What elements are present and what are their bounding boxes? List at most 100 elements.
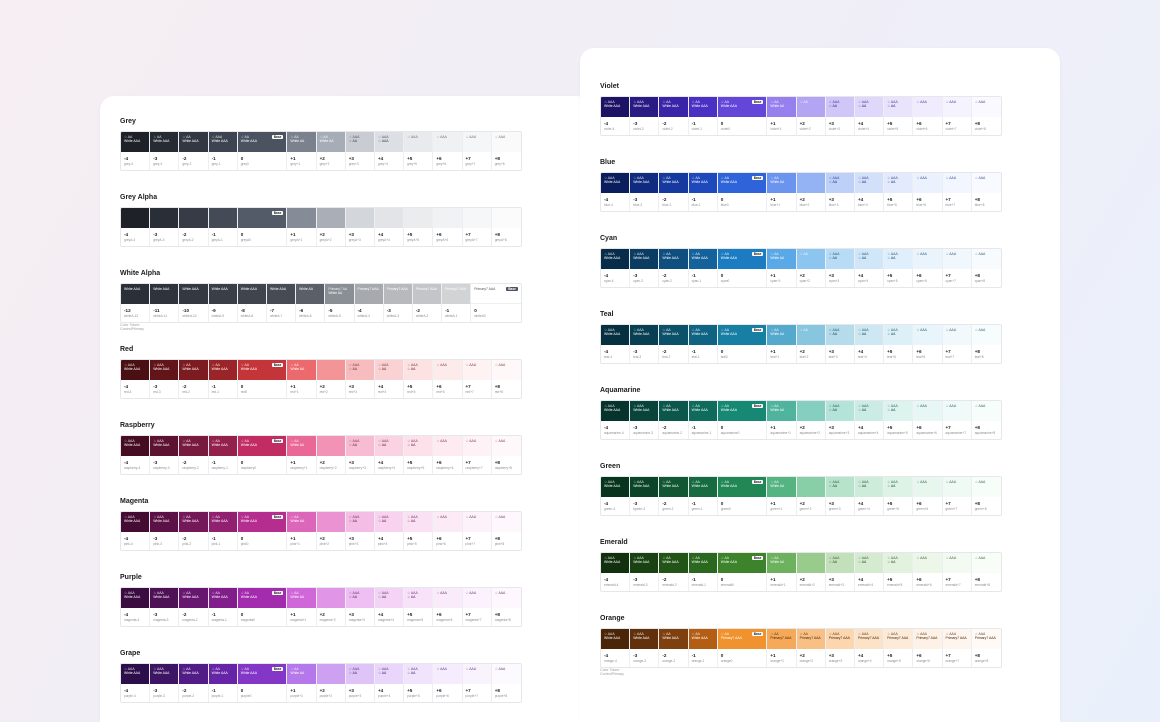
swatch-purple-5[interactable]: ☆ AAA ☆ AA +5 purple+5 [404, 664, 434, 702]
swatch-emerald-2[interactable]: +2 emerald+2 [796, 553, 826, 591]
swatch-purple-1[interactable]: ☆ AA White AA +1 purple+1 [287, 664, 317, 702]
swatch-blue-3[interactable]: ☆ AAA White AAA -3 blue-3 [630, 173, 660, 211]
swatch-pink-6[interactable]: ☆ AAA +6 pink+6 [433, 512, 463, 550]
swatch-cyan-2[interactable]: ☆ AA White AAA -2 cyan-2 [659, 249, 689, 287]
swatch-red-2[interactable]: +2 red+2 [316, 360, 346, 398]
swatch-whitea-8[interactable]: White AAA -8 whiteA-8 [237, 284, 267, 322]
swatch-aquamarine-3[interactable]: ☆ AAA ☆ AA +3 aquamarine+3 [825, 401, 855, 439]
swatch-orange-7[interactable]: ☆ AAA Primary7 AAA +7 orange+7 [942, 629, 972, 667]
swatch-orange-2[interactable]: ☆ AA White AAA -2 orange-2 [659, 629, 689, 667]
swatch-teal-5[interactable]: ☆ AAA ☆ AA +5 teal+5 [884, 325, 914, 363]
swatch-emerald-2[interactable]: ☆ AA White AAA -2 emerald-2 [659, 553, 689, 591]
swatch-red-4[interactable]: ☆ AAA ☆ AA +4 red+4 [374, 360, 405, 398]
swatch-orange-1[interactable]: ☆ AA White AAA -1 orange-1 [688, 629, 718, 667]
swatch-greya-3[interactable]: -3 greyA-3 [150, 208, 180, 246]
swatch-red-3[interactable]: ☆ AAA White AAA -3 red-3 [150, 360, 180, 398]
swatch-violet-8[interactable]: ☆ AAA +8 violet+8 [971, 97, 1001, 135]
swatch-blue-1[interactable]: ☆ AA White AAA -1 blue-1 [688, 173, 718, 211]
swatch-grey-4[interactable]: ☆ AAA ☆ AAA +4 grey+4 [374, 132, 405, 170]
swatch-red-1[interactable]: ☆ AA White AAA -1 red-1 [208, 360, 238, 398]
swatch-raspberry-6[interactable]: ☆ AAA +6 raspberry+6 [433, 436, 463, 474]
swatch-aquamarine-7[interactable]: ☆ AAA +7 aquamarine+7 [942, 401, 972, 439]
swatch-cyan-3[interactable]: ☆ AAA ☆ AA +3 cyan+3 [825, 249, 855, 287]
swatch-violet-6[interactable]: ☆ AAA +6 violet+6 [913, 97, 943, 135]
swatch-violet0[interactable]: ☆ AA White AAA Base 0 violet0 [717, 97, 768, 135]
swatch-raspberry-7[interactable]: ☆ AAA +7 raspberry+7 [462, 436, 492, 474]
swatch-green0[interactable]: ☆ AA White AAA Base 0 green0 [717, 477, 768, 515]
swatch-magenta-4[interactable]: ☆ AAA White AAA -4 magenta-4 [121, 588, 151, 626]
swatch-green-1[interactable]: ☆ AA White AAA -1 green-1 [688, 477, 718, 515]
swatch-aquamarine-6[interactable]: ☆ AAA +6 aquamarine+6 [913, 401, 943, 439]
swatch-greya-4[interactable]: +4 greyA+4 [374, 208, 405, 246]
swatch-whitea-1[interactable]: Primary7 AAA -1 whiteA-1 [442, 284, 472, 322]
swatch-aquamarine0[interactable]: ☆ AA White AAA Base 0 aquamarine0 [717, 401, 768, 439]
swatch-green-8[interactable]: ☆ AAA +8 green+8 [971, 477, 1001, 515]
swatch-emerald-4[interactable]: ☆ AAA ☆ AA +4 emerald+4 [854, 553, 885, 591]
swatch-emerald-1[interactable]: ☆ AA White AA +1 emerald+1 [767, 553, 797, 591]
swatch-green-2[interactable]: +2 green+2 [796, 477, 826, 515]
swatch-pink0[interactable]: ☆ AA White AAA Base 0 pink0 [237, 512, 288, 550]
swatch-emerald-1[interactable]: ☆ AA White AAA -1 emerald-1 [688, 553, 718, 591]
swatch-whitea-12[interactable]: White AAA -12 whiteA-12 [121, 284, 151, 322]
swatch-green-1[interactable]: ☆ AA White AA +1 green+1 [767, 477, 797, 515]
swatch-greya-4[interactable]: -4 greyA-4 [121, 208, 151, 246]
swatch-purple-6[interactable]: ☆ AAA +6 purple+6 [433, 664, 463, 702]
swatch-green-4[interactable]: ☆ AAA ☆ AA +4 green+4 [854, 477, 885, 515]
swatch-teal-7[interactable]: ☆ AAA +7 teal+7 [942, 325, 972, 363]
swatch-grey-5[interactable]: ☆ AAA +5 grey+5 [404, 132, 434, 170]
swatch-blue-2[interactable]: ☆ AA White AAA -2 blue-2 [659, 173, 689, 211]
swatch-purple-2[interactable]: +2 purple+2 [316, 664, 346, 702]
swatch-violet-3[interactable]: ☆ AAA ☆ AA +3 violet+3 [825, 97, 855, 135]
swatch-greya-1[interactable]: -1 greyA-1 [208, 208, 238, 246]
swatch-teal-8[interactable]: ☆ AAA +8 teal+8 [971, 325, 1001, 363]
swatch-magenta-4[interactable]: ☆ AAA ☆ AA +4 magenta+4 [374, 588, 405, 626]
swatch-raspberry-2[interactable]: +2 raspberry+2 [316, 436, 346, 474]
swatch-green-3[interactable]: ☆ AAA ☆ AA +3 green+3 [825, 477, 855, 515]
swatch-pink-3[interactable]: ☆ AAA ☆ AA +3 pink+3 [345, 512, 375, 550]
swatch-purple-8[interactable]: ☆ AAA +8 purple+8 [491, 664, 521, 702]
swatch-raspberry-8[interactable]: ☆ AAA +8 raspberry+8 [491, 436, 521, 474]
swatch-violet-2[interactable]: ☆ AA +2 violet+2 [796, 97, 826, 135]
swatch-cyan-8[interactable]: ☆ AAA +8 cyan+8 [971, 249, 1001, 287]
swatch-grey-6[interactable]: ☆ AAA +6 grey+6 [433, 132, 463, 170]
swatch-aquamarine-4[interactable]: ☆ AAA ☆ AA +4 aquamarine+4 [854, 401, 885, 439]
swatch-raspberry-2[interactable]: ☆ AA White AAA -2 raspberry-2 [179, 436, 209, 474]
swatch-raspberry0[interactable]: ☆ AA White AAA Base 0 raspberry0 [237, 436, 288, 474]
swatch-orange-6[interactable]: ☆ AAA Primary7 AAA +6 orange+6 [913, 629, 943, 667]
swatch-grey-3[interactable]: ☆ AAA ☆ AA +3 grey+3 [345, 132, 375, 170]
swatch-raspberry-4[interactable]: ☆ AAA ☆ AA +4 raspberry+4 [374, 436, 405, 474]
swatch-whitea-4[interactable]: Primary7 AAA -4 whiteA-4 [354, 284, 384, 322]
swatch-teal0[interactable]: ☆ AA White AAA Base 0 teal0 [717, 325, 768, 363]
swatch-magenta-3[interactable]: ☆ AAA ☆ AA +3 magenta+3 [345, 588, 375, 626]
swatch-pink-4[interactable]: ☆ AAA ☆ AA +4 pink+4 [374, 512, 405, 550]
swatch-red-1[interactable]: ☆ AA White AA +1 red+1 [287, 360, 317, 398]
swatch-pink-5[interactable]: ☆ AAA ☆ AA +5 pink+5 [404, 512, 434, 550]
swatch-purple-3[interactable]: ☆ AAA ☆ AA +3 purple+3 [345, 664, 375, 702]
swatch-red-4[interactable]: ☆ AAA White AAA -4 red-4 [121, 360, 151, 398]
swatch-whitea0[interactable]: Primary7 AAA Base 0 whiteA0 [471, 284, 521, 322]
swatch-greya0[interactable]: Base 0 greyA0 [237, 208, 288, 246]
swatch-greya-5[interactable]: +5 greyA+5 [404, 208, 434, 246]
swatch-orange-5[interactable]: ☆ AAA Primary7 AAA +5 orange+5 [884, 629, 914, 667]
swatch-cyan-1[interactable]: ☆ AA White AA +1 cyan+1 [767, 249, 797, 287]
swatch-blue-6[interactable]: ☆ AAA +6 blue+6 [913, 173, 943, 211]
swatch-greya-2[interactable]: +2 greyA+2 [316, 208, 346, 246]
swatch-raspberry-4[interactable]: ☆ AAA White AAA -4 raspberry-4 [121, 436, 151, 474]
swatch-blue-2[interactable]: +2 blue+2 [796, 173, 826, 211]
swatch-grey-2[interactable]: ☆ AA White AA +2 grey+2 [316, 132, 346, 170]
swatch-magenta-7[interactable]: ☆ AAA +7 magenta+7 [462, 588, 492, 626]
swatch-blue-3[interactable]: ☆ AAA ☆ AA +3 blue+3 [825, 173, 855, 211]
swatch-teal-2[interactable]: ☆ AA White AAA -2 teal-2 [659, 325, 689, 363]
swatch-raspberry-1[interactable]: ☆ AA White AAA -1 raspberry-1 [208, 436, 238, 474]
swatch-orange-2[interactable]: ☆ AA Primary7 AAA +2 orange+2 [796, 629, 826, 667]
swatch-teal-1[interactable]: ☆ AA White AAA -1 teal-1 [688, 325, 718, 363]
swatch-purple-1[interactable]: ☆ AA White AAA -1 purple-1 [208, 664, 238, 702]
swatch-emerald-6[interactable]: ☆ AAA +6 emerald+6 [913, 553, 943, 591]
swatch-red-7[interactable]: ☆ AAA +7 red+7 [462, 360, 492, 398]
swatch-blue0[interactable]: ☆ AA White AAA Base 0 blue0 [717, 173, 768, 211]
swatch-violet-7[interactable]: ☆ AAA +7 violet+7 [942, 97, 972, 135]
swatch-magenta-1[interactable]: ☆ AA White AA +1 magenta+1 [287, 588, 317, 626]
swatch-violet-2[interactable]: ☆ AA White AAA -2 violet-2 [659, 97, 689, 135]
swatch-emerald-4[interactable]: ☆ AAA White AAA -4 emerald-4 [601, 553, 631, 591]
swatch-grey-1[interactable]: ☆ AAA White AAA -1 grey-1 [208, 132, 238, 170]
